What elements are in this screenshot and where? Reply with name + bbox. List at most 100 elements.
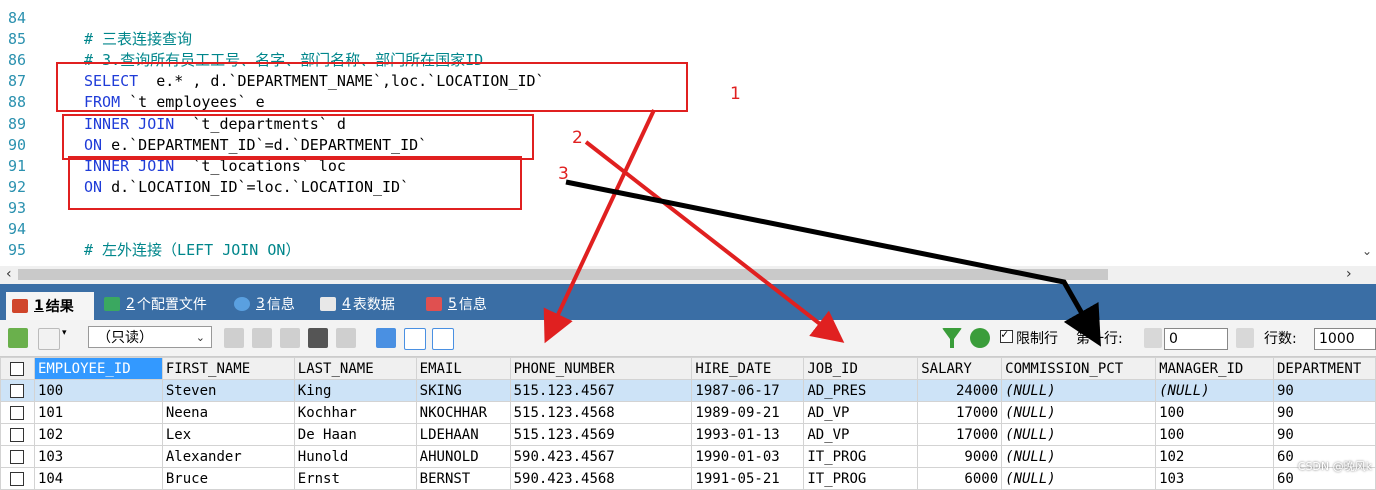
sql-editor[interactable]: 84 85 86 87 88 89 90 91 92 93 94 95 # 三表… bbox=[0, 0, 1376, 266]
first-row-input[interactable]: 0 bbox=[1164, 328, 1228, 350]
column-header[interactable]: EMAIL bbox=[415, 357, 511, 380]
tab-profiles[interactable]: 2 个配置文件 bbox=[98, 290, 207, 318]
editor-vertical-scrollbar[interactable]: ⌄ bbox=[1360, 0, 1376, 266]
select-all-checkbox[interactable] bbox=[0, 357, 35, 380]
limit-rows-checkbox[interactable] bbox=[1000, 327, 1013, 343]
table-cell[interactable]: AD_PRES bbox=[803, 379, 919, 402]
table-cell[interactable]: 100 bbox=[1155, 423, 1274, 446]
table-cell[interactable]: 101 bbox=[33, 401, 163, 424]
grid-view-icon[interactable] bbox=[376, 328, 396, 348]
table-cell[interactable]: Ernst bbox=[293, 467, 417, 490]
table-row[interactable]: 100 Steven King SKING 515.123.4567 1987-06-17… bbox=[0, 379, 1376, 402]
table-row[interactable]: 101 Neena Kochhar NKOCHHAR 515.123.4568 1989-… bbox=[0, 401, 1376, 424]
scroll-left-icon[interactable]: ‹ bbox=[6, 266, 12, 282]
column-header[interactable]: COMMISSION_PCT bbox=[1001, 357, 1157, 380]
table-cell[interactable]: 103 bbox=[1155, 467, 1274, 490]
table-cell[interactable]: 102 bbox=[1155, 445, 1274, 468]
tab-table-data[interactable]: 4 表数据 bbox=[314, 290, 395, 318]
table-cell[interactable]: (NULL) bbox=[1001, 379, 1157, 402]
table-cell[interactable]: Hunold bbox=[293, 445, 417, 468]
table-cell[interactable]: 90 bbox=[1272, 401, 1376, 424]
table-cell[interactable]: AHUNOLD bbox=[415, 445, 511, 468]
table-cell[interactable]: NKOCHHAR bbox=[415, 401, 511, 424]
save-icon[interactable] bbox=[280, 328, 300, 348]
read-only-mode-select[interactable]: （只读） ⌄ bbox=[88, 326, 212, 348]
row-checkbox[interactable] bbox=[0, 445, 35, 468]
table-row[interactable]: 104 Bruce Ernst BERNST 590.423.4568 1991-05-2… bbox=[0, 467, 1376, 490]
table-cell[interactable]: (NULL) bbox=[1001, 401, 1157, 424]
table-cell[interactable]: 515.123.4569 bbox=[509, 423, 693, 446]
previous-page-icon[interactable] bbox=[1144, 328, 1162, 348]
table-cell[interactable]: Kochhar bbox=[293, 401, 417, 424]
table-cell[interactable]: SKING bbox=[415, 379, 511, 402]
column-header[interactable]: SALARY bbox=[917, 357, 1003, 380]
table-cell[interactable]: 90 bbox=[1272, 379, 1376, 402]
column-header[interactable]: FIRST_NAME bbox=[161, 357, 295, 380]
table-cell[interactable]: Alexander bbox=[161, 445, 295, 468]
table-cell[interactable]: LDEHAAN bbox=[415, 423, 511, 446]
table-cell[interactable]: King bbox=[293, 379, 417, 402]
table-cell[interactable]: 515.123.4568 bbox=[509, 401, 693, 424]
cancel-changes-icon[interactable] bbox=[336, 328, 356, 348]
rows-count-input[interactable]: 1000 bbox=[1314, 328, 1376, 350]
duplicate-row-icon[interactable] bbox=[224, 328, 244, 348]
table-cell[interactable]: 17000 bbox=[917, 401, 1003, 424]
tab-info[interactable]: 3 信息 bbox=[228, 290, 295, 318]
table-cell[interactable]: 6000 bbox=[917, 467, 1003, 490]
copy-row-icon[interactable] bbox=[252, 328, 272, 348]
table-cell[interactable]: 100 bbox=[33, 379, 163, 402]
column-header[interactable]: DEPARTMENT bbox=[1272, 357, 1376, 380]
table-cell[interactable]: BERNST bbox=[415, 467, 511, 490]
table-cell[interactable]: 590.423.4568 bbox=[509, 467, 693, 490]
table-cell[interactable]: Steven bbox=[161, 379, 295, 402]
add-row-icon[interactable] bbox=[8, 328, 28, 348]
row-checkbox[interactable] bbox=[0, 467, 35, 490]
table-cell[interactable]: Lex bbox=[161, 423, 295, 446]
export-icon[interactable] bbox=[38, 328, 60, 350]
table-cell[interactable]: 1991-05-21 bbox=[691, 467, 805, 490]
column-header[interactable]: JOB_ID bbox=[803, 357, 919, 380]
row-checkbox[interactable] bbox=[0, 379, 35, 402]
table-cell[interactable]: AD_VP bbox=[803, 423, 919, 446]
table-cell[interactable]: 590.423.4567 bbox=[509, 445, 693, 468]
tab-results[interactable]: 1 结果 bbox=[6, 292, 94, 320]
table-cell[interactable]: 24000 bbox=[917, 379, 1003, 402]
table-cell[interactable]: (NULL) bbox=[1001, 423, 1157, 446]
table-cell[interactable]: 9000 bbox=[917, 445, 1003, 468]
column-header[interactable]: MANAGER_ID bbox=[1155, 357, 1274, 380]
table-cell[interactable]: 103 bbox=[33, 445, 163, 468]
table-cell[interactable]: IT_PROG bbox=[803, 445, 919, 468]
editor-horizontal-scrollbar[interactable]: ‹ › bbox=[0, 266, 1376, 284]
dropdown-arrow-icon[interactable]: ▾ bbox=[62, 328, 72, 348]
tab-info-2[interactable]: 5 信息 bbox=[420, 290, 487, 318]
table-cell[interactable]: (NULL) bbox=[1001, 467, 1157, 490]
table-cell[interactable]: De Haan bbox=[293, 423, 417, 446]
table-cell[interactable]: AD_VP bbox=[803, 401, 919, 424]
result-grid[interactable]: EMPLOYEE_ID FIRST_NAME LAST_NAME EMAIL P… bbox=[0, 357, 1376, 490]
column-header[interactable]: PHONE_NUMBER bbox=[509, 357, 693, 380]
table-cell[interactable]: 102 bbox=[33, 423, 163, 446]
row-checkbox[interactable] bbox=[0, 401, 35, 424]
next-page-icon[interactable] bbox=[1236, 328, 1254, 348]
table-cell[interactable]: 515.123.4567 bbox=[509, 379, 693, 402]
table-cell[interactable]: 1993-01-13 bbox=[691, 423, 805, 446]
table-row[interactable]: 103 Alexander Hunold AHUNOLD 590.423.4567 199… bbox=[0, 445, 1376, 468]
table-row[interactable]: 102 Lex De Haan LDEHAAN 515.123.4569 1993-01-… bbox=[0, 423, 1376, 446]
text-view-icon[interactable] bbox=[432, 328, 454, 350]
table-cell[interactable]: 1989-09-21 bbox=[691, 401, 805, 424]
table-cell[interactable]: (NULL) bbox=[1155, 379, 1274, 402]
table-cell[interactable]: 1990-01-03 bbox=[691, 445, 805, 468]
scroll-right-icon[interactable]: › bbox=[1346, 266, 1352, 282]
delete-icon[interactable] bbox=[308, 328, 328, 348]
form-view-icon[interactable] bbox=[404, 328, 426, 350]
scroll-down-icon[interactable]: ⌄ bbox=[1362, 244, 1372, 258]
column-header[interactable]: HIRE_DATE bbox=[691, 357, 805, 380]
table-cell[interactable]: 100 bbox=[1155, 401, 1274, 424]
column-header[interactable]: EMPLOYEE_ID bbox=[33, 357, 163, 380]
table-cell[interactable]: 90 bbox=[1272, 423, 1376, 446]
filter-icon[interactable] bbox=[942, 328, 962, 348]
column-header[interactable]: LAST_NAME bbox=[293, 357, 417, 380]
table-cell[interactable]: 104 bbox=[33, 467, 163, 490]
table-cell[interactable]: IT_PROG bbox=[803, 467, 919, 490]
table-cell[interactable]: Bruce bbox=[161, 467, 295, 490]
